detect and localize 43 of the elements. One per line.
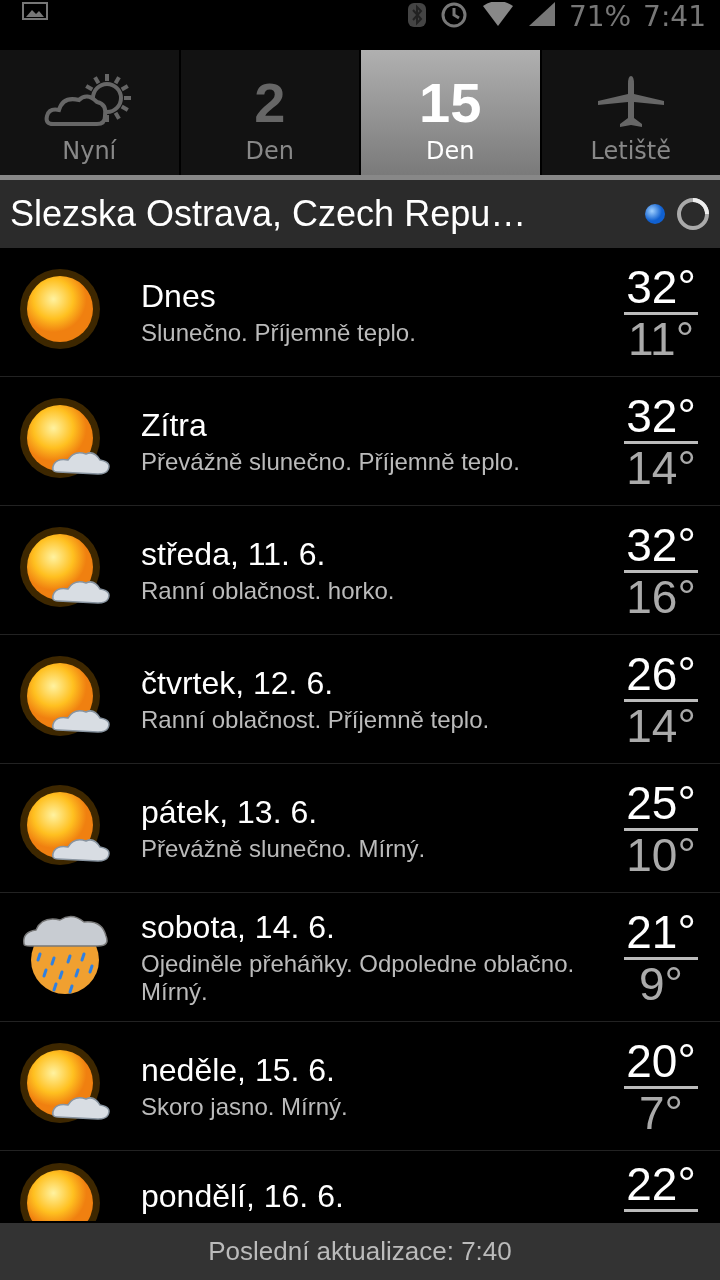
low-temperature: 14° xyxy=(626,443,696,492)
tab[interactable]: Letiště xyxy=(541,50,720,175)
image-icon xyxy=(22,2,48,20)
tab[interactable]: 15 Den xyxy=(361,50,540,175)
airplane-icon xyxy=(595,74,666,130)
day-name: čtvrtek, 12. 6. xyxy=(141,664,335,702)
day-name: neděle, 15. 6. xyxy=(141,1051,336,1089)
day-name: pátek, 13. 6. xyxy=(141,793,319,831)
high-temperature: 32° xyxy=(624,519,698,573)
battery-percent: 71% xyxy=(568,2,632,32)
day-name: pondělí, 16. 6. xyxy=(141,1177,345,1215)
forecast-summary: Převážně slunečno. Příjemně teplo. xyxy=(141,448,521,476)
last-update-text: Poslední aktualizace: 7:40 xyxy=(208,1236,512,1267)
low-temperature: 9° xyxy=(639,959,683,1008)
day-name: Dnes xyxy=(141,277,217,315)
high-temperature: 20° xyxy=(624,1035,698,1089)
location-title: Slezska Ostrava, Czech Repu… xyxy=(10,193,528,235)
bluetooth-icon xyxy=(406,2,427,28)
low-temperature: 7° xyxy=(639,1088,683,1137)
forecast-summary: Ranní oblačnost. Příjemně teplo. xyxy=(141,706,491,734)
clock-time: 7:41 xyxy=(643,2,706,32)
day-name: středa, 11. 6. xyxy=(141,535,327,573)
forecast-summary: Ojediněle přeháňky. Odpoledne oblačno. Mírný. xyxy=(141,950,576,1006)
day-name: Zítra xyxy=(141,406,208,444)
wifi-icon xyxy=(480,2,515,28)
forecast-summary: Převážně slunečno. Mírný. xyxy=(141,835,427,863)
tab[interactable]: Nyní xyxy=(0,50,179,175)
high-temperature: 32° xyxy=(624,390,698,444)
high-temperature: 26° xyxy=(624,648,698,702)
low-temperature: 16° xyxy=(626,572,696,621)
high-temperature: 22° xyxy=(624,1159,698,1212)
tab[interactable]: 2 Den xyxy=(180,50,359,175)
forecast-summary: Skoro jasno. Mírný. xyxy=(141,1093,349,1121)
dot-icon xyxy=(644,203,666,225)
low-temperature: 14° xyxy=(626,701,696,750)
high-temperature: 32° xyxy=(624,261,698,315)
high-temperature: 21° xyxy=(624,906,698,960)
low-temperature: 11° xyxy=(627,314,695,363)
low-temperature: 10° xyxy=(626,830,696,879)
high-temperature: 25° xyxy=(624,777,698,831)
forecast-summary: Ranní oblačnost. horko. xyxy=(141,577,396,605)
day-name: sobota, 14. 6. xyxy=(141,908,336,946)
forecast-summary: Slunečno. Příjemně teplo. xyxy=(141,319,417,347)
